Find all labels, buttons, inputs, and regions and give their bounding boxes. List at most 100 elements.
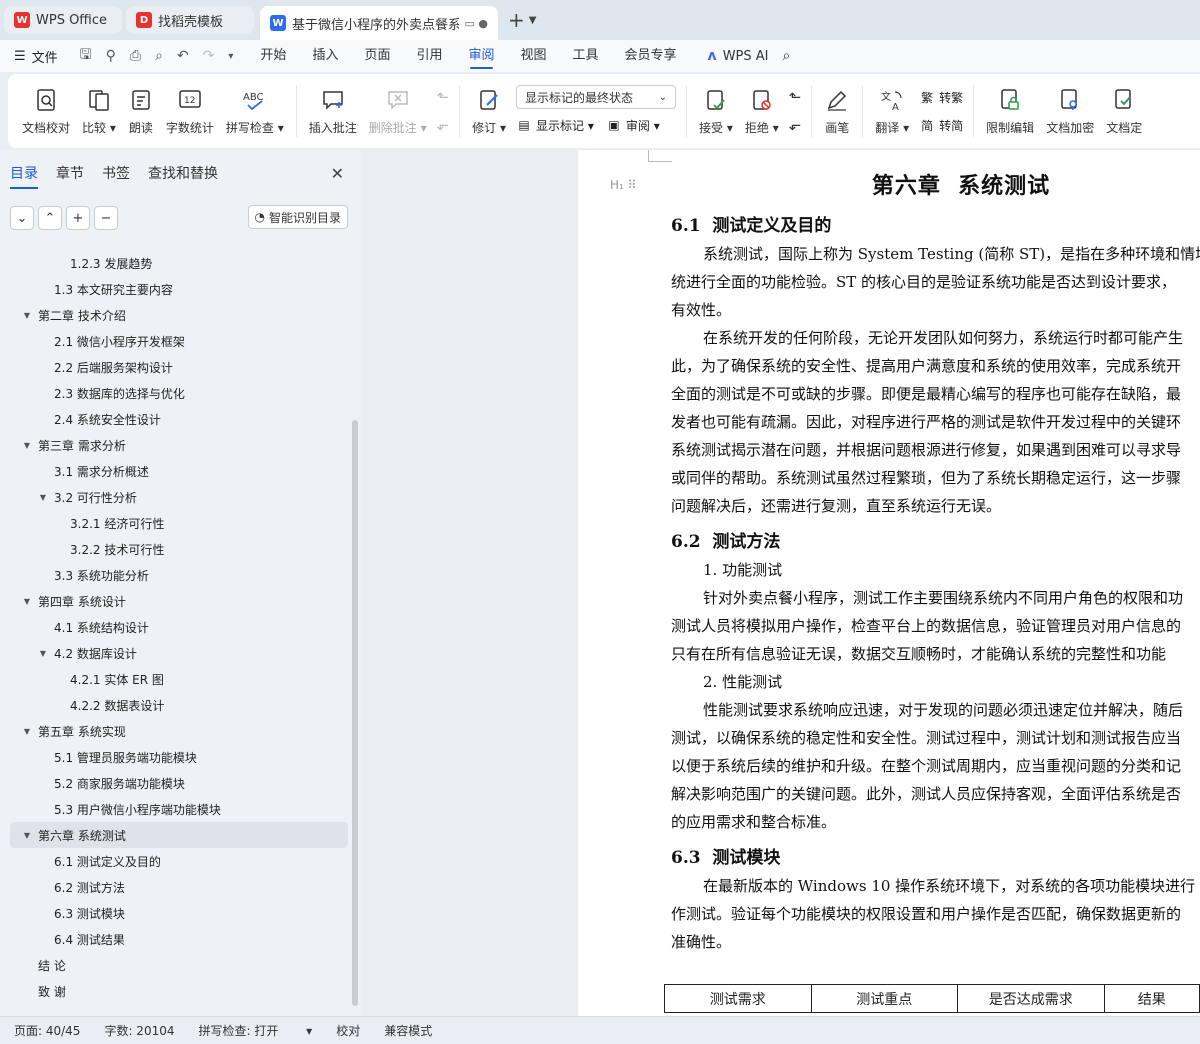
word-count-button[interactable]: 12 字数统计 xyxy=(166,79,214,143)
expand-arrow-icon[interactable]: ▼ xyxy=(22,311,32,320)
heading-drag-handle-icon[interactable]: H₁ ⠿ xyxy=(610,178,636,192)
menu-insert[interactable]: 插入 xyxy=(312,40,338,72)
spell-check-status[interactable]: 拼写检查: 打开 ▾ xyxy=(199,1022,313,1039)
read-aloud-button[interactable]: 朗读 xyxy=(128,79,154,143)
chevron-up-icon[interactable]: ⌃ xyxy=(38,206,62,230)
to-traditional-button[interactable]: 繁 转繁 xyxy=(919,85,963,109)
toc-item[interactable]: 2.2 后端服务架构设计 xyxy=(0,354,350,380)
menu-references[interactable]: 引用 xyxy=(416,40,442,72)
expand-arrow-icon[interactable]: ▼ xyxy=(22,727,32,736)
tab-bookmarks[interactable]: 书签 xyxy=(102,163,130,183)
toc-item[interactable]: 6.3 测试模块 xyxy=(0,900,350,926)
menu-tools[interactable]: 工具 xyxy=(573,40,599,72)
menu-start[interactable]: 开始 xyxy=(260,40,286,72)
chevron-down-icon[interactable]: ⌄ xyxy=(10,206,34,230)
toc-item[interactable]: 4.2.2 数据表设计 xyxy=(0,692,350,718)
expand-arrow-icon[interactable]: ▼ xyxy=(38,649,48,658)
expand-arrow-icon[interactable]: ▼ xyxy=(22,597,32,606)
toc-item[interactable]: ▼ 第四章 系统设计 xyxy=(0,588,350,614)
next-change-icon[interactable]: ⬐ xyxy=(789,113,802,137)
toc-item[interactable]: ▼ 第六章 系统测试 xyxy=(10,822,348,848)
review-pane-button[interactable]: 审阅 ▾ xyxy=(626,117,660,134)
encrypt-doc-button[interactable]: 文档加密 xyxy=(1046,79,1094,143)
toc-item[interactable]: ▼ 第三章 需求分析 xyxy=(0,432,350,458)
toc-item[interactable]: 4.2.1 实体 ER 图 xyxy=(0,666,350,692)
toc-item[interactable]: ▼ 3.2 可行性分析 xyxy=(0,484,350,510)
chevron-down-icon[interactable]: ▼ xyxy=(529,15,537,26)
previous-comment-icon[interactable]: ⬑ xyxy=(437,85,450,109)
toc-item[interactable]: 结 论 xyxy=(0,952,350,978)
restrict-editing-button[interactable]: 限制编辑 xyxy=(986,79,1034,143)
toc-item[interactable]: 6.2 测试方法 xyxy=(0,874,350,900)
reject-button[interactable]: 拒绝 ▾ xyxy=(745,79,779,143)
tab-docer-templates[interactable]: D 找稻壳模板 xyxy=(126,6,254,34)
redo-icon[interactable]: ↷ xyxy=(203,48,215,64)
minus-icon[interactable]: − xyxy=(94,206,118,230)
format-painter-icon[interactable]: ⚲ xyxy=(106,48,116,64)
toc-item[interactable]: 5.1 管理员服务端功能模块 xyxy=(0,744,350,770)
chevron-down-icon[interactable]: ▾ xyxy=(228,51,233,62)
close-icon[interactable]: ✕ xyxy=(331,164,344,183)
spell-check-button[interactable]: ABC 拼写检查 ▾ xyxy=(226,79,284,143)
page-indicator[interactable]: 页面: 40/45 xyxy=(14,1022,80,1039)
toc-item[interactable]: 1.3 本文研究主要内容 xyxy=(0,276,350,302)
toc-item[interactable]: 2.1 微信小程序开发框架 xyxy=(0,328,350,354)
toc-item[interactable]: ▼ 4.2 数据库设计 xyxy=(0,640,350,666)
track-changes-button[interactable]: 修订 ▾ xyxy=(472,79,506,143)
finalize-doc-button[interactable]: 文档定 xyxy=(1106,79,1142,143)
toc-item[interactable]: 1.2.3 发展趋势 xyxy=(0,250,350,276)
smart-toc-button[interactable]: ◔ 智能识别目录 xyxy=(247,205,348,229)
next-comment-icon[interactable]: ⬐ xyxy=(437,113,450,137)
compare-button[interactable]: 比较 ▾ xyxy=(82,79,116,143)
expand-arrow-icon[interactable]: ▼ xyxy=(22,831,32,840)
toc-item[interactable]: 4.1 系统结构设计 xyxy=(0,614,350,640)
print-icon[interactable]: ⎙ xyxy=(130,48,141,64)
toc-item[interactable]: 5.2 商家服务端功能模块 xyxy=(0,770,350,796)
plus-icon[interactable]: + xyxy=(66,206,90,230)
toc-item[interactable]: 3.1 需求分析概述 xyxy=(0,458,350,484)
print-preview-icon[interactable]: ⌕ xyxy=(155,48,163,64)
toc-item[interactable]: 3.2.2 技术可行性 xyxy=(0,536,350,562)
insert-comment-button[interactable]: 插入批注 xyxy=(309,79,357,143)
tab-sections[interactable]: 章节 xyxy=(56,163,84,183)
markup-state-dropdown[interactable]: 显示标记的最终状态 ⌄ xyxy=(516,85,677,109)
new-tab-plus-icon[interactable]: + xyxy=(508,8,525,32)
delete-comment-button[interactable]: 删除批注 ▾ xyxy=(369,79,427,143)
document-page[interactable]: H₁ ⠿ 第六章 系统测试 6.1 测试定义及目的 系统测试，国际上称为 Syst… xyxy=(578,150,1200,1016)
show-markup-button[interactable]: 显示标记 ▾ xyxy=(536,117,594,134)
file-menu[interactable]: ☰ 文件 xyxy=(14,47,58,66)
toc-item[interactable]: 参考文献 xyxy=(0,1004,350,1010)
ink-pen-button[interactable]: 画笔 xyxy=(824,79,850,143)
tab-toc[interactable]: 目录 xyxy=(10,163,38,189)
menu-view[interactable]: 视图 xyxy=(521,40,547,72)
search-icon[interactable]: ⌕ xyxy=(783,48,791,64)
toc-item[interactable]: 致 谢 xyxy=(0,978,350,1004)
tab-wps-office[interactable]: W WPS Office xyxy=(4,6,122,34)
tab-current-document[interactable]: W 基于微信小程序的外卖点餐系 ▭ ● xyxy=(260,6,498,40)
toc-item[interactable]: 2.4 系统安全性设计 xyxy=(0,406,350,432)
save-icon[interactable]: 🖫 xyxy=(80,44,92,68)
undo-icon[interactable]: ↶ xyxy=(177,48,189,64)
toc-scrollbar[interactable] xyxy=(352,420,358,1006)
toc-item[interactable]: 3.2.1 经济可行性 xyxy=(0,510,350,536)
toc-item[interactable]: 5.3 用户微信小程序端功能模块 xyxy=(0,796,350,822)
toc-item[interactable]: 6.4 测试结果 xyxy=(0,926,350,952)
toc-item[interactable]: 3.3 系统功能分析 xyxy=(0,562,350,588)
expand-arrow-icon[interactable]: ▼ xyxy=(22,441,32,450)
to-simplified-button[interactable]: 简 转简 xyxy=(919,113,963,137)
wps-ai-button[interactable]: ᴧ WPS AI ⌕ xyxy=(708,48,791,64)
accept-button[interactable]: 接受 ▾ xyxy=(699,79,733,143)
toc-item[interactable]: 6.1 测试定义及目的 xyxy=(0,848,350,874)
expand-arrow-icon[interactable]: ▼ xyxy=(38,493,48,502)
menu-member[interactable]: 会员专享 xyxy=(625,40,677,72)
proof-status[interactable]: 校对 xyxy=(336,1022,360,1039)
previous-change-icon[interactable]: ⬑ xyxy=(789,85,802,109)
tab-find-replace[interactable]: 查找和替换 xyxy=(148,163,218,183)
toc-item[interactable]: ▼ 第二章 技术介绍 xyxy=(0,302,350,328)
word-count-indicator[interactable]: 字数: 20104 xyxy=(104,1022,174,1039)
translate-button[interactable]: 文A 翻译 ▾ xyxy=(875,79,909,143)
toc-item[interactable]: 2.3 数据库的选择与优化 xyxy=(0,380,350,406)
proofread-button[interactable]: 文档校对 xyxy=(22,79,70,143)
menu-review[interactable]: 审阅 xyxy=(468,40,495,72)
tab-unsaved-dot-icon[interactable]: ▭ ● xyxy=(459,17,489,30)
